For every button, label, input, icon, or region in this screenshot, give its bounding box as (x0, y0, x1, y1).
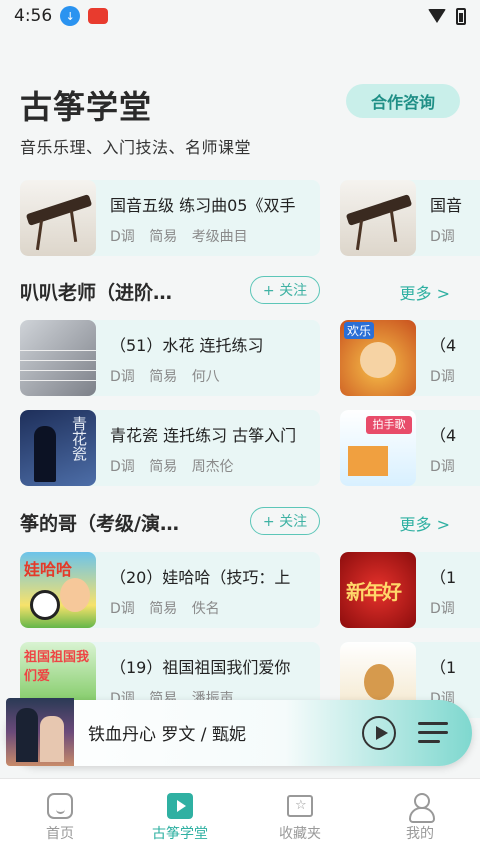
song-meta: D调 (430, 601, 455, 617)
song-card[interactable]: 国音五级 练习曲05《双手 D调 简易 考级曲目 (20, 180, 320, 256)
more-link[interactable]: 更多 > (400, 511, 451, 535)
download-icon: ↓ (60, 6, 81, 26)
tab-favorites[interactable]: 收藏夹 (240, 779, 360, 853)
song-meta: D调 简易 周杰伦 (110, 459, 234, 475)
content-scroll[interactable]: 国音五级 练习曲05《双手 D调 简易 考级曲目 国音 D调 叭叭老师（进阶… … (0, 158, 480, 778)
new-year-thumbnail: 新年好 (340, 552, 416, 628)
song-meta: D调 (430, 459, 455, 475)
song-row: （51）水花 连托练习 D调 简易 何八 欢乐 （4 D调 (0, 320, 480, 396)
wifi-icon (428, 9, 446, 23)
app-notification-icon (88, 8, 109, 24)
tab-mine[interactable]: 我的 (360, 779, 480, 853)
singer-thumbnail: 青花瓷 (20, 410, 96, 486)
song-title: 青花瓷 连托练习 古筝入门 (110, 426, 297, 445)
page-title: 古筝学堂 (20, 88, 153, 126)
song-title: （20）娃哈哈（技巧：上 (110, 568, 291, 587)
play-icon (167, 793, 193, 819)
now-playing-title[interactable]: 铁血丹心 罗文 / 甄妮 (88, 720, 246, 745)
song-card[interactable]: （51）水花 连托练习 D调 简易 何八 (20, 320, 320, 396)
playlist-icon[interactable] (418, 720, 448, 746)
header: 古筝学堂 音乐乐理、入门技法、名师课堂 合作咨询 (0, 70, 480, 170)
song-card[interactable]: 国音 D调 (340, 180, 480, 256)
game-thumbnail: 欢乐 (340, 320, 416, 396)
tab-label: 收藏夹 (279, 826, 321, 842)
tab-label: 首页 (46, 826, 74, 842)
tab-label: 古筝学堂 (152, 826, 208, 842)
section-header: 叭叭老师（进阶… + 关注 更多 > (0, 272, 480, 312)
section-title[interactable]: 叭叭老师（进阶… (20, 278, 172, 305)
folder-star-icon (287, 795, 313, 817)
song-title: 国音五级 练习曲05《双手 (110, 196, 296, 215)
play-button[interactable] (362, 716, 396, 750)
song-title: 国音 (430, 196, 463, 215)
song-title: （51）水花 连托练习 (110, 336, 264, 355)
section-title[interactable]: 筝的哥（考级/演… (20, 509, 179, 536)
song-card[interactable]: 欢乐 （4 D调 (340, 320, 480, 396)
battery-icon (456, 7, 466, 25)
guzheng-thumbnail (340, 180, 416, 256)
song-meta: D调 简易 考级曲目 (110, 229, 248, 245)
song-meta: D调 简易 佚名 (110, 601, 220, 617)
guzheng-thumbnail (20, 180, 96, 256)
song-meta: D调 简易 何八 (110, 369, 220, 385)
album-cover[interactable] (6, 698, 74, 766)
song-card[interactable]: 娃哈哈 （20）娃哈哈（技巧：上 D调 简易 佚名 (20, 552, 320, 628)
song-row: 青花瓷 青花瓷 连托练习 古筝入门 D调 简易 周杰伦 拍手歌 （4 D调 (0, 410, 480, 486)
section-header: 筝的哥（考级/演… + 关注 更多 > (0, 503, 480, 543)
song-row: 国音五级 练习曲05《双手 D调 简易 考级曲目 国音 D调 (0, 180, 480, 256)
bottom-tab-bar: 首页 古筝学堂 收藏夹 我的 (0, 778, 480, 853)
song-card[interactable]: 拍手歌 （4 D调 (340, 410, 480, 486)
follow-button[interactable]: + 关注 (250, 276, 320, 304)
song-title: （4 (430, 426, 457, 445)
page-subtitle: 音乐乐理、入门技法、名师课堂 (20, 134, 252, 161)
song-card[interactable]: 青花瓷 青花瓷 连托练习 古筝入门 D调 简易 周杰伦 (20, 410, 320, 486)
cooperation-button[interactable]: 合作咨询 (346, 84, 460, 118)
song-title: （1 (430, 658, 457, 677)
follow-button[interactable]: + 关注 (250, 507, 320, 535)
tab-home[interactable]: 首页 (0, 779, 120, 853)
song-title: （4 (430, 336, 457, 355)
tab-label: 我的 (406, 826, 434, 842)
song-title: （1 (430, 568, 457, 587)
home-icon (47, 793, 73, 819)
status-bar: 4:56 ↓ (0, 0, 480, 32)
guzheng-hand-thumbnail (20, 320, 96, 396)
more-link[interactable]: 更多 > (400, 280, 451, 304)
kids-thumbnail: 拍手歌 (340, 410, 416, 486)
status-time: 4:56 (14, 6, 53, 26)
song-meta: D调 (430, 229, 455, 245)
user-icon (407, 793, 435, 823)
song-title: （19）祖国祖国我们爱你 (110, 658, 291, 677)
song-meta: D调 (430, 369, 455, 385)
song-card[interactable]: 新年好 （1 D调 (340, 552, 480, 628)
song-row: 娃哈哈 （20）娃哈哈（技巧：上 D调 简易 佚名 新年好 （1 D调 (0, 552, 480, 628)
tab-guzheng-school[interactable]: 古筝学堂 (120, 779, 240, 853)
mini-player[interactable]: 铁血丹心 罗文 / 甄妮 (6, 698, 472, 766)
cartoon-thumbnail: 娃哈哈 (20, 552, 96, 628)
